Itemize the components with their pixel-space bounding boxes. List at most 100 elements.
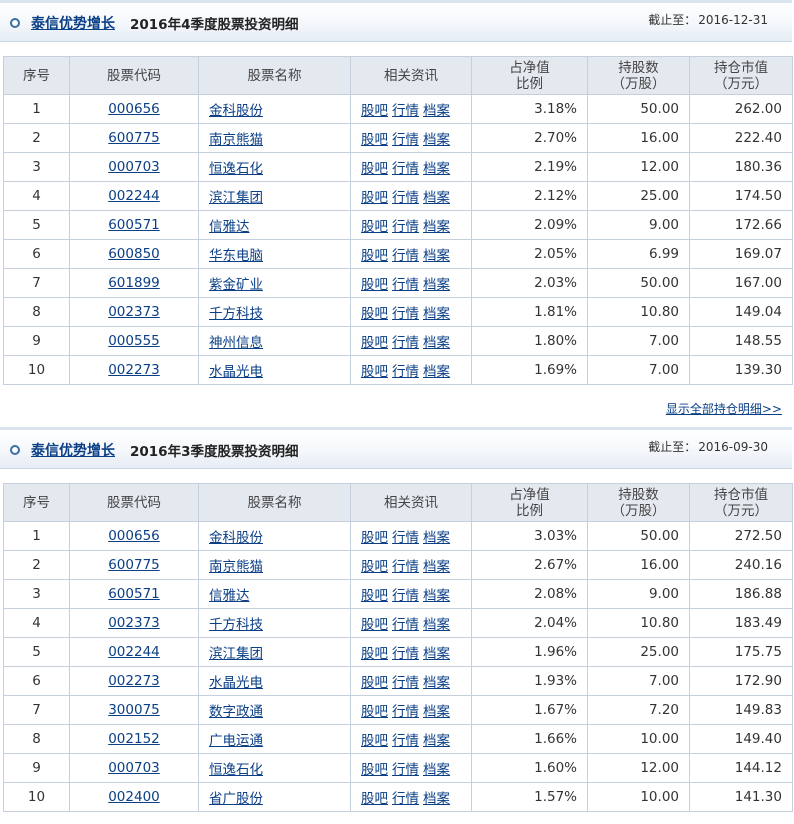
guba-link[interactable]: 股吧 bbox=[361, 132, 388, 148]
guba-link[interactable]: 股吧 bbox=[361, 733, 388, 749]
guba-link[interactable]: 股吧 bbox=[361, 335, 388, 351]
stock-name-link[interactable]: 省广股份 bbox=[209, 791, 263, 807]
guba-link[interactable]: 股吧 bbox=[361, 791, 388, 807]
stock-name-link[interactable]: 南京熊猫 bbox=[209, 559, 263, 575]
stock-code-link[interactable]: 002273 bbox=[108, 673, 160, 689]
profile-link[interactable]: 档案 bbox=[423, 675, 450, 691]
quote-link[interactable]: 行情 bbox=[392, 219, 419, 235]
stock-name-link[interactable]: 华东电脑 bbox=[209, 248, 263, 264]
stock-code-link[interactable]: 002400 bbox=[108, 789, 160, 805]
stock-name-link[interactable]: 信雅达 bbox=[209, 219, 250, 235]
stock-code-link[interactable]: 002273 bbox=[108, 362, 160, 378]
stock-name-link[interactable]: 金科股份 bbox=[209, 103, 263, 119]
profile-link[interactable]: 档案 bbox=[423, 530, 450, 546]
stock-name-link[interactable]: 南京熊猫 bbox=[209, 132, 263, 148]
quote-link[interactable]: 行情 bbox=[392, 704, 419, 720]
stock-code-link[interactable]: 002152 bbox=[108, 731, 160, 747]
profile-link[interactable]: 档案 bbox=[423, 219, 450, 235]
guba-link[interactable]: 股吧 bbox=[361, 219, 388, 235]
quote-link[interactable]: 行情 bbox=[392, 190, 419, 206]
guba-link[interactable]: 股吧 bbox=[361, 704, 388, 720]
profile-link[interactable]: 档案 bbox=[423, 646, 450, 662]
stock-code-link[interactable]: 000555 bbox=[108, 333, 160, 349]
stock-name-link[interactable]: 紫金矿业 bbox=[209, 277, 263, 293]
quote-link[interactable]: 行情 bbox=[392, 306, 419, 322]
stock-name-link[interactable]: 滨江集团 bbox=[209, 190, 263, 206]
guba-link[interactable]: 股吧 bbox=[361, 161, 388, 177]
stock-code-link[interactable]: 000656 bbox=[108, 528, 160, 544]
guba-link[interactable]: 股吧 bbox=[361, 306, 388, 322]
stock-code-link[interactable]: 600775 bbox=[108, 557, 160, 573]
guba-link[interactable]: 股吧 bbox=[361, 248, 388, 264]
guba-link[interactable]: 股吧 bbox=[361, 103, 388, 119]
quote-link[interactable]: 行情 bbox=[392, 161, 419, 177]
profile-link[interactable]: 档案 bbox=[423, 103, 450, 119]
guba-link[interactable]: 股吧 bbox=[361, 588, 388, 604]
guba-link[interactable]: 股吧 bbox=[361, 559, 388, 575]
guba-link[interactable]: 股吧 bbox=[361, 190, 388, 206]
profile-link[interactable]: 档案 bbox=[423, 364, 450, 380]
guba-link[interactable]: 股吧 bbox=[361, 277, 388, 293]
profile-link[interactable]: 档案 bbox=[423, 335, 450, 351]
stock-code-link[interactable]: 000703 bbox=[108, 159, 160, 175]
stock-name-link[interactable]: 水晶光电 bbox=[209, 675, 263, 691]
quote-link[interactable]: 行情 bbox=[392, 791, 419, 807]
profile-link[interactable]: 档案 bbox=[423, 733, 450, 749]
stock-code-link[interactable]: 600571 bbox=[108, 586, 160, 602]
profile-link[interactable]: 档案 bbox=[423, 277, 450, 293]
stock-code-link[interactable]: 000703 bbox=[108, 760, 160, 776]
quote-link[interactable]: 行情 bbox=[392, 617, 419, 633]
profile-link[interactable]: 档案 bbox=[423, 762, 450, 778]
quote-link[interactable]: 行情 bbox=[392, 675, 419, 691]
stock-name-link[interactable]: 神州信息 bbox=[209, 335, 263, 351]
stock-code-link[interactable]: 601899 bbox=[108, 275, 160, 291]
quote-link[interactable]: 行情 bbox=[392, 733, 419, 749]
stock-name-link[interactable]: 恒逸石化 bbox=[209, 161, 263, 177]
profile-link[interactable]: 档案 bbox=[423, 306, 450, 322]
guba-link[interactable]: 股吧 bbox=[361, 530, 388, 546]
quote-link[interactable]: 行情 bbox=[392, 588, 419, 604]
profile-link[interactable]: 档案 bbox=[423, 617, 450, 633]
stock-code-link[interactable]: 600571 bbox=[108, 217, 160, 233]
stock-name-link[interactable]: 千方科技 bbox=[209, 617, 263, 633]
stock-code-link[interactable]: 002244 bbox=[108, 188, 160, 204]
stock-code-link[interactable]: 002373 bbox=[108, 304, 160, 320]
stock-code-link[interactable]: 300075 bbox=[108, 702, 160, 718]
stock-name-link[interactable]: 恒逸石化 bbox=[209, 762, 263, 778]
profile-link[interactable]: 档案 bbox=[423, 559, 450, 575]
profile-link[interactable]: 档案 bbox=[423, 248, 450, 264]
show-all-holdings-link[interactable]: 显示全部持仓明细>> bbox=[666, 400, 782, 417]
stock-code-link[interactable]: 600850 bbox=[108, 246, 160, 262]
quote-link[interactable]: 行情 bbox=[392, 559, 419, 575]
quote-link[interactable]: 行情 bbox=[392, 364, 419, 380]
profile-link[interactable]: 档案 bbox=[423, 791, 450, 807]
quote-link[interactable]: 行情 bbox=[392, 335, 419, 351]
fund-name-link[interactable]: 泰信优势增长 bbox=[31, 13, 115, 33]
stock-code-link[interactable]: 002244 bbox=[108, 644, 160, 660]
quote-link[interactable]: 行情 bbox=[392, 277, 419, 293]
stock-name-link[interactable]: 数字政通 bbox=[209, 704, 263, 720]
quote-link[interactable]: 行情 bbox=[392, 132, 419, 148]
stock-name-link[interactable]: 滨江集团 bbox=[209, 646, 263, 662]
fund-name-link[interactable]: 泰信优势增长 bbox=[31, 440, 115, 460]
guba-link[interactable]: 股吧 bbox=[361, 675, 388, 691]
quote-link[interactable]: 行情 bbox=[392, 530, 419, 546]
quote-link[interactable]: 行情 bbox=[392, 762, 419, 778]
stock-code-link[interactable]: 600775 bbox=[108, 130, 160, 146]
stock-name-link[interactable]: 信雅达 bbox=[209, 588, 250, 604]
profile-link[interactable]: 档案 bbox=[423, 588, 450, 604]
stock-name-link[interactable]: 水晶光电 bbox=[209, 364, 263, 380]
stock-name-link[interactable]: 千方科技 bbox=[209, 306, 263, 322]
stock-code-link[interactable]: 000656 bbox=[108, 101, 160, 117]
profile-link[interactable]: 档案 bbox=[423, 161, 450, 177]
quote-link[interactable]: 行情 bbox=[392, 248, 419, 264]
stock-name-link[interactable]: 金科股份 bbox=[209, 530, 263, 546]
guba-link[interactable]: 股吧 bbox=[361, 762, 388, 778]
stock-name-link[interactable]: 广电运通 bbox=[209, 733, 263, 749]
guba-link[interactable]: 股吧 bbox=[361, 617, 388, 633]
quote-link[interactable]: 行情 bbox=[392, 103, 419, 119]
guba-link[interactable]: 股吧 bbox=[361, 646, 388, 662]
stock-code-link[interactable]: 002373 bbox=[108, 615, 160, 631]
profile-link[interactable]: 档案 bbox=[423, 704, 450, 720]
quote-link[interactable]: 行情 bbox=[392, 646, 419, 662]
